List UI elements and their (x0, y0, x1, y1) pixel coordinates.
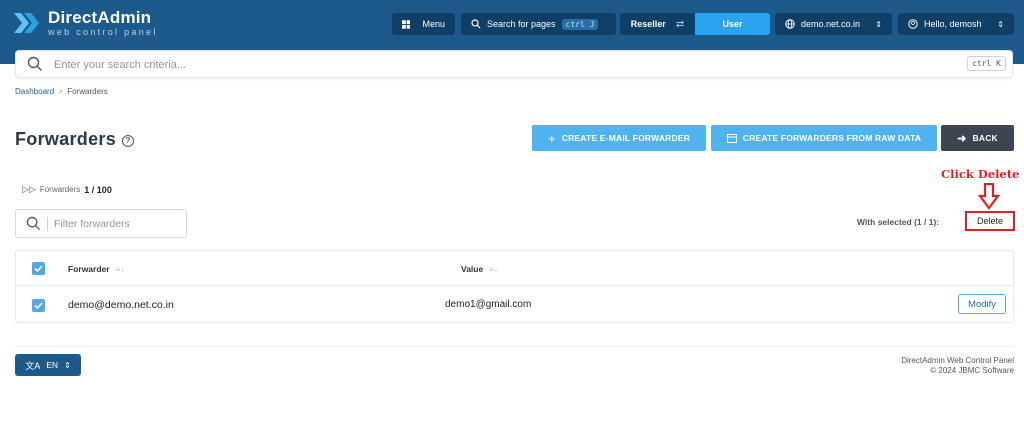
column-forwarder[interactable]: Forwarder ≡↓ (68, 264, 124, 274)
updown-icon: ⇕ (64, 360, 71, 370)
footer-line-1: DirectAdmin Web Control Panel (901, 356, 1014, 365)
updown-icon: ⇕ (875, 19, 882, 29)
footer-divider (15, 346, 1014, 347)
global-search-bar: ctrl K (15, 50, 1013, 78)
counter-value: 1 / 100 (84, 184, 112, 195)
menu-label: Menu (422, 19, 445, 29)
directadmin-logo[interactable]: DirectAdmin web control panel (12, 9, 158, 37)
breadcrumb-dashboard[interactable]: Dashboard (15, 87, 54, 96)
search-icon (27, 56, 42, 71)
role-reseller-label: Reseller (630, 19, 666, 29)
domain-label: demo.net.co.in (801, 19, 861, 29)
select-all-checkbox[interactable] (32, 262, 45, 275)
search-icon (26, 216, 41, 231)
create-forwarder-label: CREATE E-MAIL FORWARDER (561, 133, 691, 143)
search-pages-button[interactable]: Search for pages ctrl J (461, 13, 616, 35)
role-user-label: User (722, 19, 743, 29)
page-title: Forwarders (15, 129, 117, 149)
filter-forwarders-input[interactable] (54, 216, 182, 232)
breadcrumb: Dashboard > Forwarders (15, 87, 108, 96)
filter-box (15, 209, 187, 238)
language-label: EN (46, 360, 59, 370)
checkmark-icon (34, 302, 43, 310)
logo-chevron-icon (14, 13, 39, 33)
breadcrumb-current: Forwarders (67, 87, 108, 96)
grid-icon (402, 19, 411, 29)
with-selected-label: With selected (1 / 1): (857, 217, 940, 227)
role-reseller[interactable]: Reseller ⇄ (620, 13, 695, 35)
column-value-label: Value (461, 264, 484, 274)
globe-icon (785, 19, 795, 29)
help-icon[interactable]: ? (122, 135, 134, 147)
search-pages-shortcut: ctrl J (561, 18, 599, 30)
swap-arrows-icon: ⇄ (675, 18, 685, 30)
create-raw-label: CREATE FORWARDERS FROM RAW DATA (742, 133, 922, 143)
double-chevron-icon: ▷▷ (22, 184, 36, 194)
table-row[interactable]: demo@demo.net.co.in demo1@gmail.com Modi… (16, 287, 1013, 322)
search-shortcut-badge: ctrl K (967, 56, 1006, 71)
search-pages-label: Search for pages (487, 19, 556, 29)
sort-icon[interactable]: ≡↓ (489, 265, 498, 274)
calendar-icon (726, 134, 737, 143)
counter-label: Forwarders (39, 185, 81, 194)
role-switcher[interactable]: Reseller ⇄ User (620, 13, 770, 35)
logo-subtitle: web control panel (48, 27, 158, 37)
column-value[interactable]: Value ≡↓ (461, 264, 498, 274)
footer-credits: DirectAdmin Web Control Panel © 2024 JBM… (901, 356, 1014, 376)
checkmark-icon (34, 265, 43, 273)
back-button[interactable]: ➜ BACK (941, 125, 1014, 151)
delete-button[interactable]: Delete (965, 211, 1015, 231)
back-label: BACK (972, 133, 998, 143)
column-forwarder-label: Forwarder (68, 264, 110, 274)
user-greeting: Hello, demosh (924, 19, 982, 29)
modify-label: Modify (968, 298, 996, 310)
row-checkbox[interactable] (32, 299, 45, 312)
logo-title: DirectAdmin (48, 8, 152, 27)
domain-selector[interactable]: demo.net.co.in ⇕ (775, 13, 892, 35)
delete-label: Delete (976, 216, 1003, 226)
language-selector[interactable]: 文A EN ⇕ (15, 354, 81, 376)
plus-icon: + (547, 130, 556, 146)
create-email-forwarder-button[interactable]: + CREATE E-MAIL FORWARDER (532, 125, 706, 151)
arrow-down-icon (978, 183, 1000, 210)
arrow-right-icon: ➜ (957, 132, 967, 145)
menu-button[interactable]: Menu (392, 13, 455, 35)
forwarders-counter: ▷▷ Forwarders 1 / 100 (22, 184, 112, 195)
modify-button[interactable]: Modify (958, 294, 1006, 314)
search-icon (471, 19, 481, 29)
table-header: Forwarder ≡↓ Value ≡↓ (16, 251, 1013, 286)
role-user[interactable]: User (695, 13, 770, 35)
updown-icon: ⇕ (997, 19, 1004, 29)
sort-icon[interactable]: ≡↓ (116, 265, 125, 274)
forwarders-table: Forwarder ≡↓ Value ≡↓ demo@demo.net.co.i… (15, 250, 1014, 323)
user-circle-icon (908, 19, 918, 29)
footer-line-2: © 2024 JBMC Software (930, 366, 1014, 375)
create-forwarders-raw-button[interactable]: CREATE FORWARDERS FROM RAW DATA (711, 125, 937, 151)
click-delete-annotation: Click Delete (941, 167, 1020, 181)
global-search-input[interactable] (54, 56, 854, 74)
translate-icon: 文A (25, 360, 41, 371)
filter-separator (47, 217, 48, 231)
breadcrumb-separator: > (58, 87, 64, 96)
value-cell: demo1@gmail.com (445, 299, 532, 310)
user-menu[interactable]: Hello, demosh ⇕ (898, 13, 1014, 35)
forwarder-cell: demo@demo.net.co.in (68, 299, 174, 311)
